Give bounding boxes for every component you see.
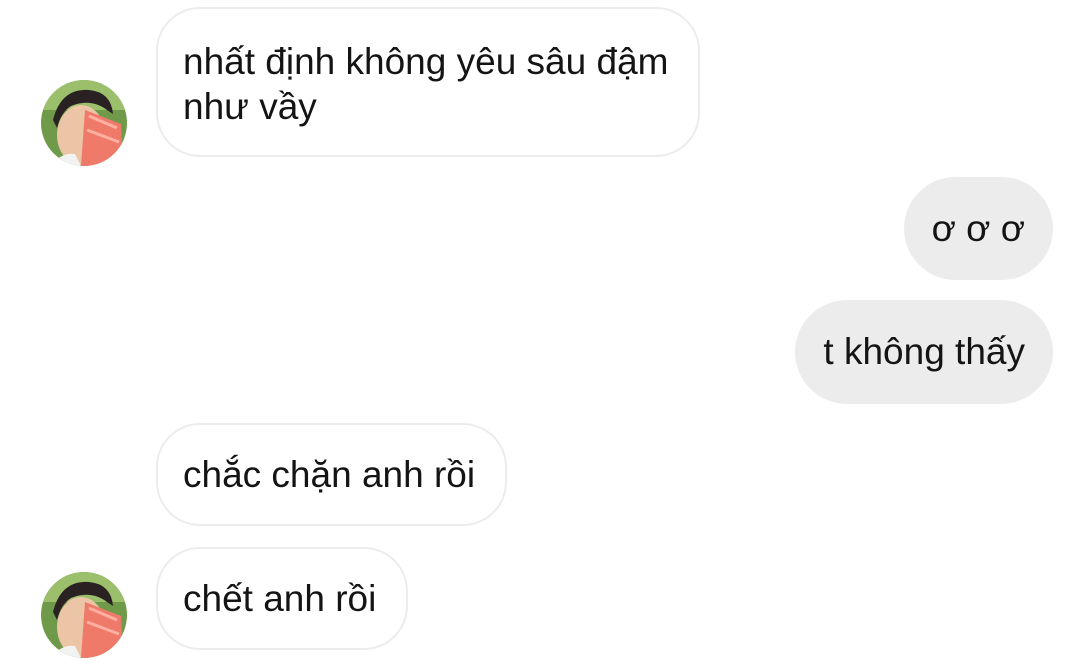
contact-avatar[interactable]: [41, 80, 127, 166]
avatar-photo-icon: [41, 80, 127, 166]
chat-thread: nhất định không yêu sâu đậm như vầy ơ ơ …: [0, 0, 1080, 669]
avatar-photo-icon: [41, 572, 127, 658]
message-text-line: nhất định không yêu sâu đậm: [183, 41, 669, 82]
message-text: t không thấy: [823, 331, 1025, 372]
contact-avatar[interactable]: [41, 572, 127, 658]
outgoing-message-bubble[interactable]: t không thấy: [795, 300, 1053, 404]
message-text: chết anh rồi: [183, 578, 377, 619]
message-text: ơ ơ ơ: [931, 208, 1025, 249]
incoming-message-bubble[interactable]: chết anh rồi: [156, 547, 409, 650]
incoming-message-bubble[interactable]: chắc chặn anh rồi: [156, 423, 508, 526]
message-text-line: như vầy: [183, 86, 317, 127]
message-text: chắc chặn anh rồi: [183, 454, 476, 495]
outgoing-message-bubble[interactable]: ơ ơ ơ: [903, 177, 1053, 280]
incoming-message-bubble[interactable]: nhất định không yêu sâu đậm như vầy: [156, 7, 701, 157]
